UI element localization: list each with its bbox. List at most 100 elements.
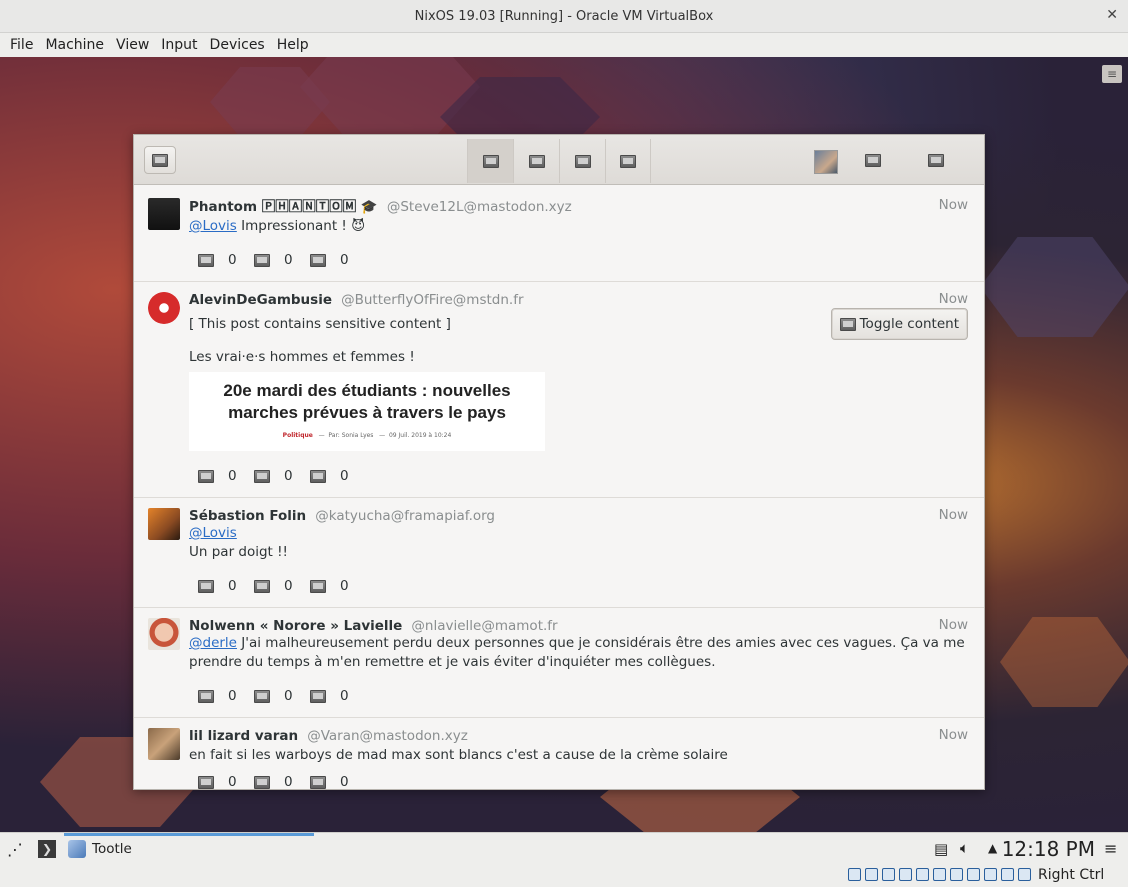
active-task-indicator [64, 833, 314, 836]
shared-folders-icon[interactable] [933, 868, 946, 881]
post-text: Impressionant ! 😈 [241, 218, 366, 234]
boost-icon[interactable] [254, 775, 270, 789]
audio-icon[interactable] [882, 868, 895, 881]
post-text: Un par doigt !! [189, 544, 288, 560]
author-handle: @Steve12L@mastodon.xyz [386, 199, 572, 215]
boost-icon[interactable] [254, 253, 270, 267]
post-actions: 0 0 0 [198, 774, 366, 790]
menu-machine[interactable]: Machine [39, 37, 110, 53]
host-key-label: Right Ctrl [1038, 867, 1105, 883]
author-name[interactable]: Sébastion Folin [189, 508, 306, 524]
tray-expand-icon[interactable]: ▲ [988, 841, 997, 855]
menu-help[interactable]: Help [271, 37, 315, 53]
post-content: @derle J'ai malheureusement perdu deux p… [189, 634, 969, 672]
post-header: Phantom 🄿🄷🄰🄽🅃🄾🄼 🎓 @Steve12L@mastodon.xyz [189, 195, 572, 215]
close-icon[interactable]: ✕ [1106, 7, 1118, 23]
reply-count: 0 [228, 578, 237, 594]
mention-link[interactable]: @Lovis [189, 525, 237, 541]
mention-link[interactable]: @derle [189, 635, 237, 651]
link-preview-card[interactable]: 20e mardi des étudiants : nouvelles marc… [189, 372, 545, 451]
menu-file[interactable]: File [4, 37, 39, 53]
post-actions: 0 0 0 [198, 468, 366, 484]
favorite-icon[interactable] [310, 469, 326, 483]
tab-home[interactable] [467, 139, 513, 183]
favorite-count: 0 [340, 578, 349, 594]
favorite-icon[interactable] [310, 689, 326, 703]
post-time: Now [938, 197, 968, 213]
avatar[interactable] [148, 198, 180, 230]
avatar[interactable] [148, 508, 180, 540]
post-time: Now [938, 617, 968, 633]
post-header: AlevinDeGambusie @ButterflyOfFire@mstdn.… [189, 289, 524, 308]
card-title: 20e mardi des étudiants : nouvelles marc… [223, 381, 511, 422]
favorite-count: 0 [340, 774, 349, 790]
clipboard-icon[interactable]: ▤ [934, 840, 948, 858]
boost-icon[interactable] [254, 689, 270, 703]
desktop-menu-icon[interactable]: ≡ [1102, 65, 1122, 83]
refresh-icon[interactable] [928, 154, 945, 167]
menu-devices[interactable]: Devices [204, 37, 271, 53]
reply-icon[interactable] [198, 469, 214, 483]
post-header: Nolwenn « Norore » Lavielle @nlavielle@m… [189, 615, 558, 634]
mention-link[interactable]: @Lovis [189, 218, 237, 234]
post-header: lil lizard varan @Varan@mastodon.xyz [189, 725, 468, 744]
menu-view[interactable]: View [110, 37, 155, 53]
mouse-integration-icon[interactable] [1001, 868, 1014, 881]
account-avatar[interactable] [814, 150, 838, 174]
favorite-icon[interactable] [310, 579, 326, 593]
menu-input[interactable]: Input [155, 37, 203, 53]
compose-button[interactable] [144, 146, 176, 174]
content-warning: [ This post contains sensitive content ] [189, 316, 451, 332]
guest-taskbar: ⋰ ❯ Tootle ▤ 🔈︎ ▲ 12:18 PM ≡ [0, 832, 1128, 865]
avatar[interactable] [148, 618, 180, 650]
timeline[interactable]: Phantom 🄿🄷🄰🄽🅃🄾🄼 🎓 @Steve12L@mastodon.xyz… [134, 186, 984, 790]
local-icon [574, 154, 591, 168]
reply-icon[interactable] [198, 253, 214, 267]
vbox-menubar: File Machine View Input Devices Help [0, 33, 1128, 57]
toggle-content-button[interactable]: Toggle content [830, 308, 968, 340]
reply-icon[interactable] [198, 689, 214, 703]
card-category: Politique [282, 432, 313, 439]
author-handle: @katyucha@framapiaf.org [315, 508, 496, 524]
cpu-icon[interactable] [984, 868, 997, 881]
tootle-headerbar [134, 135, 984, 185]
author-name[interactable]: AlevinDeGambusie [189, 292, 332, 308]
favorite-icon[interactable] [310, 775, 326, 789]
taskbar-task-tootle[interactable]: Tootle [68, 840, 132, 858]
reply-icon[interactable] [198, 579, 214, 593]
search-icon[interactable] [865, 154, 881, 167]
post-text: J'ai malheureusement perdu deux personne… [189, 635, 965, 670]
favorite-icon[interactable] [310, 253, 326, 267]
network-icon[interactable] [899, 868, 912, 881]
keyboard-icon[interactable] [1018, 868, 1031, 881]
author-handle: @nlavielle@mamot.fr [411, 618, 558, 634]
author-name[interactable]: Nolwenn « Norore » Lavielle [189, 618, 402, 634]
launcher-icon[interactable]: ⋰ [7, 840, 23, 859]
post-header: Sébastion Folin @katyucha@framapiaf.org [189, 505, 495, 524]
reply-icon[interactable] [198, 775, 214, 789]
tab-local[interactable] [559, 139, 605, 183]
display-icon[interactable] [950, 868, 963, 881]
author-handle: @ButterflyOfFire@mstdn.fr [341, 292, 524, 308]
vbox-statusbar: Right Ctrl [0, 865, 1128, 887]
hard-disk-icon[interactable] [848, 868, 861, 881]
boost-count: 0 [284, 578, 293, 594]
optical-drive-icon[interactable] [865, 868, 878, 881]
author-name[interactable]: Phantom 🄿🄷🄰🄽🅃🄾🄼 🎓 [189, 199, 378, 215]
wallpaper-shape [1000, 617, 1128, 707]
tab-federated[interactable] [605, 139, 651, 183]
tab-notifications[interactable] [513, 139, 559, 183]
avatar[interactable] [148, 728, 180, 760]
favorite-count: 0 [340, 252, 349, 268]
taskbar-menu-icon[interactable]: ≡ [1104, 839, 1117, 858]
federated-icon [620, 154, 636, 168]
avatar[interactable] [148, 292, 180, 324]
boost-icon[interactable] [254, 579, 270, 593]
terminal-icon[interactable]: ❯ [38, 840, 56, 858]
boost-icon[interactable] [254, 469, 270, 483]
author-name[interactable]: lil lizard varan [189, 728, 298, 744]
wallpaper-shape [980, 237, 1128, 337]
recording-icon[interactable] [967, 868, 980, 881]
usb-icon[interactable] [916, 868, 929, 881]
volume-icon[interactable]: 🔈︎ [960, 839, 969, 857]
